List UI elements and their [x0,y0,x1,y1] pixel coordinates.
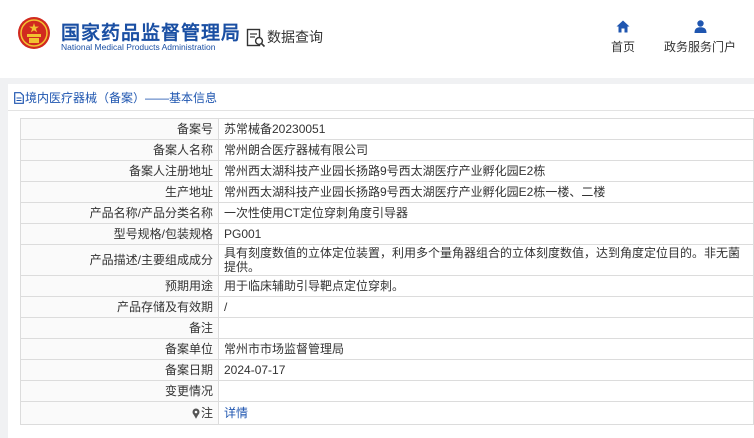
home-icon [616,20,630,33]
field-label: 备案单位 [20,338,219,360]
field-label: 预期用途 [20,275,219,297]
table-row: 生产地址 常州西太湖科技产业园长扬路9号西太湖医疗产业孵化园E2栋一楼、二楼 [20,181,754,203]
field-value [218,380,754,402]
table-row: 产品名称/产品分类名称 一次性使用CT定位穿刺角度引导器 [20,202,754,224]
field-label: 产品名称/产品分类名称 [20,202,219,224]
nav-home[interactable]: 首页 [606,20,640,55]
field-value: 常州西太湖科技产业园长扬路9号西太湖医疗产业孵化园E2栋 [218,160,754,182]
search-document-icon[interactable] [246,28,266,48]
field-value: 用于临床辅助引导靶点定位穿刺。 [218,275,754,297]
table-row: 备案人名称 常州朗合医疗器械有限公司 [20,139,754,161]
breadcrumb-divider [8,110,754,111]
table-row: 备案号 苏常械备20230051 [20,118,754,140]
document-icon [14,92,24,104]
details-link[interactable]: 详情 [224,406,248,420]
field-value: 常州市市场监督管理局 [218,338,754,360]
nav-home-label: 首页 [610,40,635,54]
table-row: 备案人注册地址 常州西太湖科技产业园长扬路9号西太湖医疗产业孵化园E2栋 [20,160,754,182]
pin-icon [192,408,200,419]
table-row: 备注 [20,317,754,339]
field-value [218,317,754,339]
field-label: 变更情况 [20,380,219,402]
site-header: 国家药品监督管理局 National Medical Products Admi… [0,0,754,78]
field-value: 苏常械备20230051 [218,118,754,140]
table-row: 备案日期 2024-07-17 [20,359,754,381]
table-row: 型号规格/包装规格 PG001 [20,223,754,245]
field-value: 一次性使用CT定位穿刺角度引导器 [218,202,754,224]
data-query-link[interactable]: 数据查询 [267,27,323,47]
field-label: 备案号 [20,118,219,140]
field-value: PG001 [218,223,754,245]
nav-gov-portal[interactable]: 政务服务门户 [660,20,740,55]
org-name-en: National Medical Products Administration [61,42,216,52]
breadcrumb: 境内医疗器械（备案）——基本信息 [14,89,217,106]
field-label: 生产地址 [20,181,219,203]
field-value: / [218,296,754,318]
table-row: 产品存储及有效期 / [20,296,754,318]
org-name-cn: 国家药品监督管理局 [61,23,242,44]
field-value: 2024-07-17 [218,359,754,381]
user-icon [694,20,706,33]
nav-gov-portal-label: 政务服务门户 [663,40,736,54]
table-row: 备案单位 常州市市场监督管理局 [20,338,754,360]
field-value: 常州朗合医疗器械有限公司 [218,139,754,161]
record-detail-table: 备案号 苏常械备20230051 备案人名称 常州朗合医疗器械有限公司 备案人注… [20,118,754,425]
field-label: 备案日期 [20,359,219,381]
note-value-cell: 详情 [218,401,754,425]
note-label: 注 [200,406,213,420]
table-row: 预期用途 用于临床辅助引导靶点定位穿刺。 [20,275,754,297]
field-label: 产品描述/主要组成成分 [20,244,219,276]
field-label: 型号规格/包装规格 [20,223,219,245]
field-label: 产品存储及有效期 [20,296,219,318]
field-value: 具有刻度数值的立体定位装置，利用多个量角器组合的立体刻度数值，达到角度定位目的。… [218,244,754,276]
breadcrumb-label: 境内医疗器械（备案）——基本信息 [25,91,218,105]
table-row: 注 详情 [20,401,754,425]
national-emblem-icon [18,17,50,49]
field-value: 常州西太湖科技产业园长扬路9号西太湖医疗产业孵化园E2栋一楼、二楼 [218,181,754,203]
field-label: 备注 [20,317,219,339]
note-label-cell: 注 [20,401,219,425]
table-row: 变更情况 [20,380,754,402]
field-label: 备案人名称 [20,139,219,161]
field-label: 备案人注册地址 [20,160,219,182]
table-row: 产品描述/主要组成成分 具有刻度数值的立体定位装置，利用多个量角器组合的立体刻度… [20,244,754,276]
